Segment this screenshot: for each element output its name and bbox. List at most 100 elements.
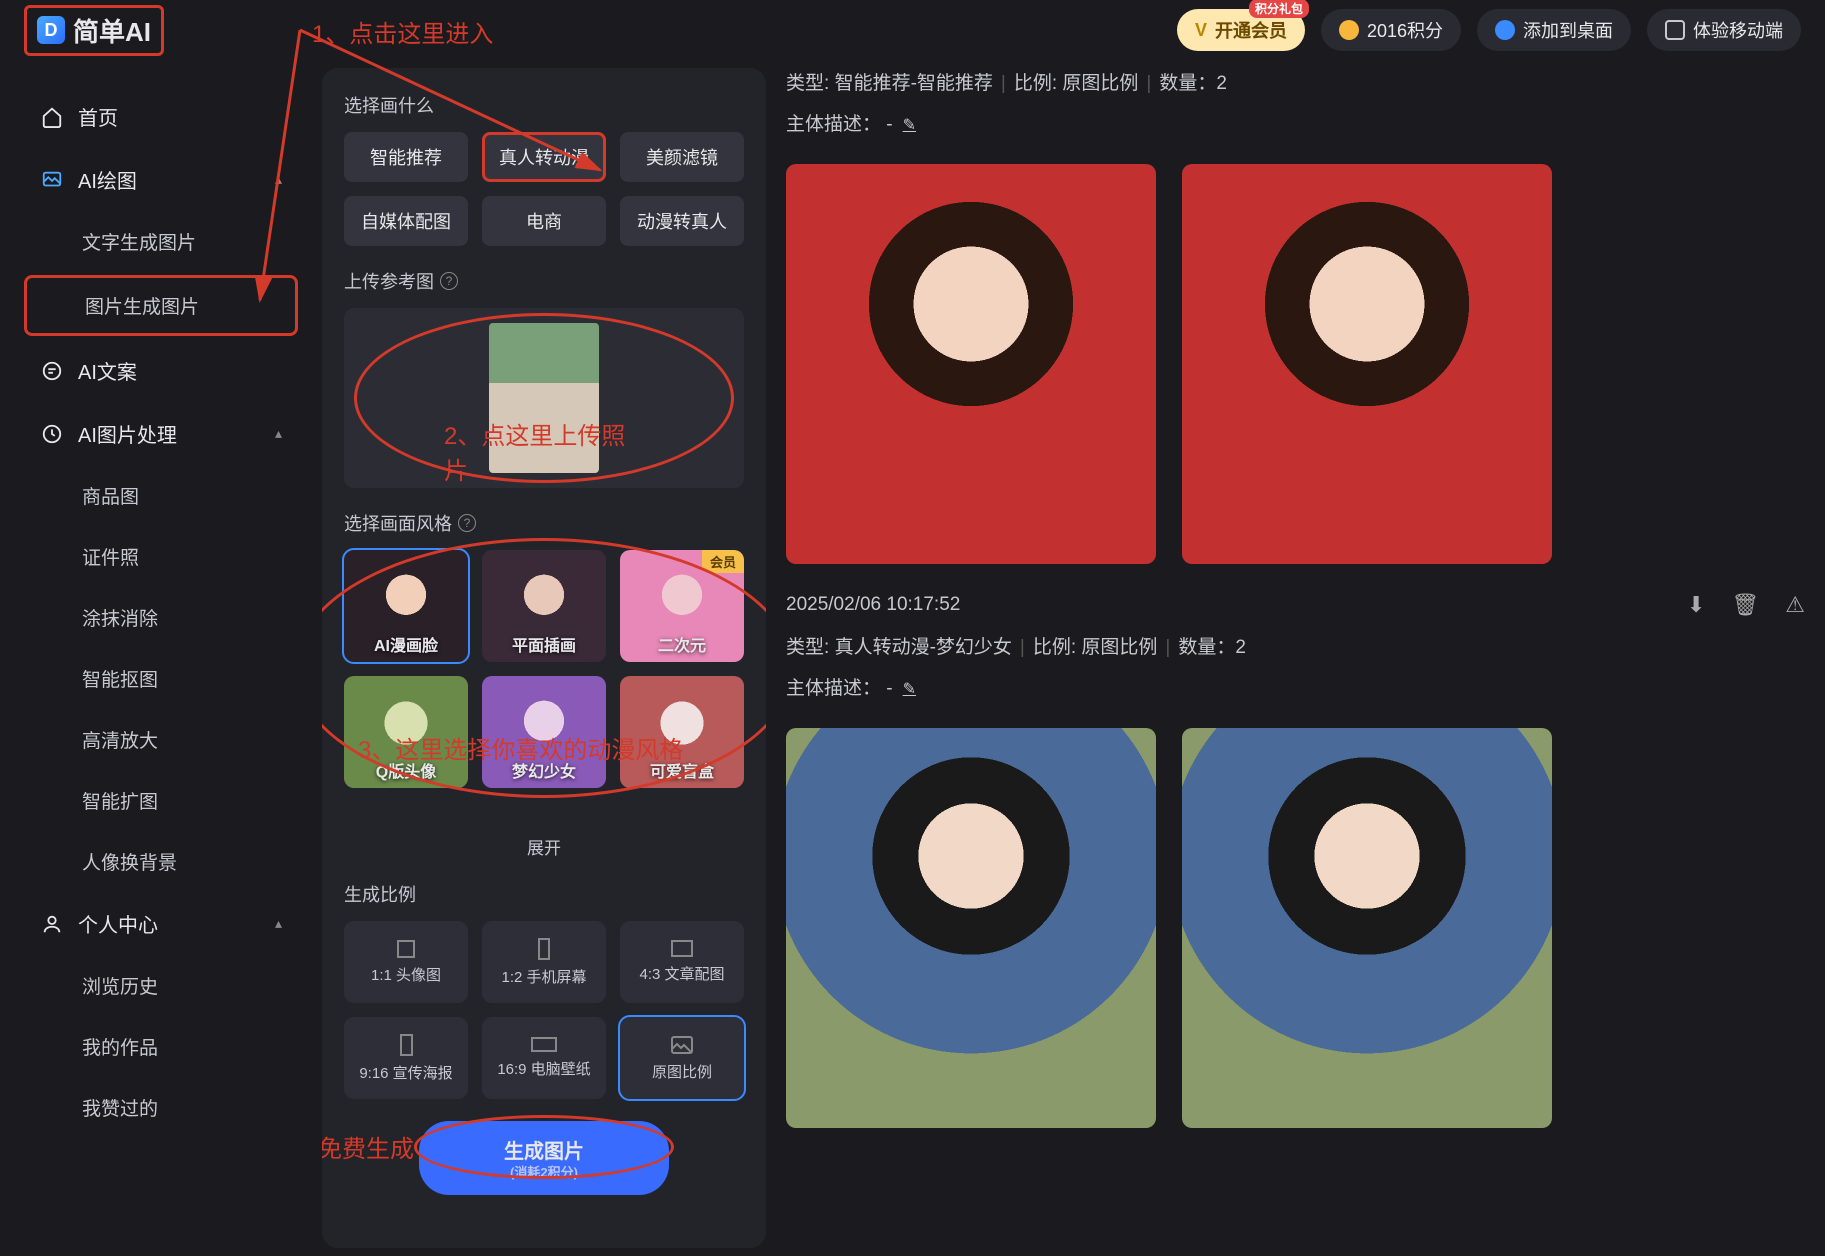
nav-proc-item[interactable]: 智能扩图 [24,773,298,828]
help-icon[interactable]: ? [440,272,458,290]
process-icon [40,422,64,446]
style-card[interactable]: 可爱盲盒 [620,676,744,788]
style-card[interactable]: 会员二次元 [620,550,744,662]
nav-ai-imgproc-label: AI图片处理 [78,419,177,448]
nav-personal-label: 我赞过的 [82,1094,158,1121]
points-label: 2016积分 [1367,17,1443,43]
style-card[interactable]: Q版头像 [344,676,468,788]
result-desc: 主体描述： -✎ [786,109,1805,136]
what-option[interactable]: 真人转动漫 [482,132,606,182]
nav-proc-item[interactable]: 智能抠图 [24,651,298,706]
add-desktop-button[interactable]: 添加到桌面 [1477,9,1631,51]
nav-proc-item[interactable]: 人像换背景 [24,834,298,889]
what-option[interactable]: 美颜滤镜 [620,132,744,182]
nav-text2img[interactable]: 文字生成图片 [24,214,298,269]
style-name: 梦幻少女 [482,758,606,782]
nav-img2img[interactable]: 图片生成图片 [24,275,298,336]
delete-icon[interactable]: 🗑 [1731,592,1759,618]
expand-styles[interactable]: 展开 [344,834,744,859]
ratio-option[interactable]: 1:1 头像图 [344,921,468,1003]
nav-proc-item[interactable]: 商品图 [24,468,298,523]
desc-label: 主体描述： [786,678,881,699]
style-label: 选择画面风格 ? [344,510,744,536]
nav-proc-label: 智能扩图 [82,787,158,814]
nav-personal[interactable]: 个人中心 ▴ [24,895,298,952]
style-card[interactable]: AI漫画脸 [344,550,468,662]
desc-label: 主体描述： [786,114,881,135]
style-name: 平面插画 [482,632,606,656]
annotation-4: 点这里免费生成 [322,1129,414,1164]
style-name: 可爱盲盒 [620,758,744,782]
ratio-option[interactable]: 1:2 手机屏幕 [482,921,606,1003]
meta-qty-label: 数量： [1178,637,1235,658]
phone-icon [1665,20,1685,40]
ratio-option[interactable]: 原图比例 [620,1017,744,1099]
help-icon[interactable]: ? [458,514,476,532]
ratio-label: 生成比例 [344,881,744,907]
nav-proc-item[interactable]: 高清放大 [24,712,298,767]
style-card[interactable]: 梦幻少女 [482,676,606,788]
nav-ai-imgproc[interactable]: AI图片处理 ▴ [24,405,298,462]
edit-icon[interactable]: ✎ [903,681,916,698]
ratio-option[interactable]: 4:3 文章配图 [620,921,744,1003]
vip-button[interactable]: V 开通会员 积分礼包 [1177,9,1305,51]
nav-proc-label: 人像换背景 [82,848,177,875]
ratio-label: 原图比例 [652,1061,712,1082]
edit-icon[interactable]: ✎ [903,117,916,134]
points-pill[interactable]: 2016积分 [1321,9,1461,51]
nav-proc-item[interactable]: 涂抹消除 [24,590,298,645]
result-image[interactable] [786,728,1156,1128]
sidebar: 首页 AI绘图 ▴ 文字生成图片 图片生成图片 AI文案 [0,60,322,1256]
style-label-text: 选择画面风格 [344,510,452,536]
nav-ai-copy[interactable]: AI文案 [24,342,298,399]
nav-home[interactable]: 首页 [24,88,298,145]
ratio-label: 1:2 手机屏幕 [501,966,586,987]
ratio-option[interactable]: 9:16 宣传海报 [344,1017,468,1099]
meta-type-label: 类型: [786,73,835,94]
download-icon [1495,20,1515,40]
ratio-shape-icon [400,1034,413,1056]
generate-button[interactable]: 生成图片 (消耗2积分) [419,1121,669,1195]
chevron-up-icon: ▴ [275,425,282,442]
what-label: 选择画什么 [344,92,744,118]
results-panel: 类型: 智能推荐-智能推荐|比例: 原图比例|数量：2主体描述： -✎2025/… [766,60,1825,1256]
what-option[interactable]: 动漫转真人 [620,196,744,246]
ratio-label: 1:1 头像图 [371,964,441,985]
nav-personal-item[interactable]: 我赞过的 [24,1080,298,1135]
ratio-shape-icon [397,940,415,958]
nav-proc-label: 证件照 [82,543,139,570]
brand-name: 简单AI [73,12,151,49]
report-icon[interactable]: ⚠ [1785,592,1805,618]
style-card[interactable]: 平面插画 [482,550,606,662]
what-option[interactable]: 自媒体配图 [344,196,468,246]
ratio-label: 4:3 文章配图 [639,963,724,984]
result-image[interactable] [786,164,1156,564]
ratio-option[interactable]: 16:9 电脑壁纸 [482,1017,606,1099]
meta-ratio: 原图比例 [1062,73,1138,94]
nav-ai-draw[interactable]: AI绘图 ▴ [24,151,298,208]
vip-tag: 会员 [702,550,744,573]
result-image[interactable] [1182,728,1552,1128]
chevron-up-icon: ▴ [275,171,282,188]
what-option[interactable]: 智能推荐 [344,132,468,182]
download-icon[interactable]: ⬇ [1687,592,1705,618]
upload-area[interactable]: 2、点这里上传照片 [344,308,744,488]
brand-logo[interactable]: D 简单AI [24,5,164,56]
desktop-label: 添加到桌面 [1523,17,1613,43]
result-actions: ⬇ 🗑 ⚠ [1687,592,1805,618]
nav-personal-item[interactable]: 我的作品 [24,1019,298,1074]
what-option[interactable]: 电商 [482,196,606,246]
style-name: 二次元 [620,632,744,656]
ratio-shape-icon [531,1037,557,1052]
result-image[interactable] [1182,164,1552,564]
nav-personal-item[interactable]: 浏览历史 [24,958,298,1013]
nav-img2img-label: 图片生成图片 [85,292,199,319]
nav-home-label: 首页 [78,102,118,131]
coin-icon [1339,20,1359,40]
ratio-shape-icon [538,938,550,960]
meta-type: 智能推荐-智能推荐 [835,73,993,94]
expand-label: 展开 [527,839,561,858]
nav-proc-label: 智能抠图 [82,665,158,692]
mobile-button[interactable]: 体验移动端 [1647,9,1801,51]
nav-proc-item[interactable]: 证件照 [24,529,298,584]
